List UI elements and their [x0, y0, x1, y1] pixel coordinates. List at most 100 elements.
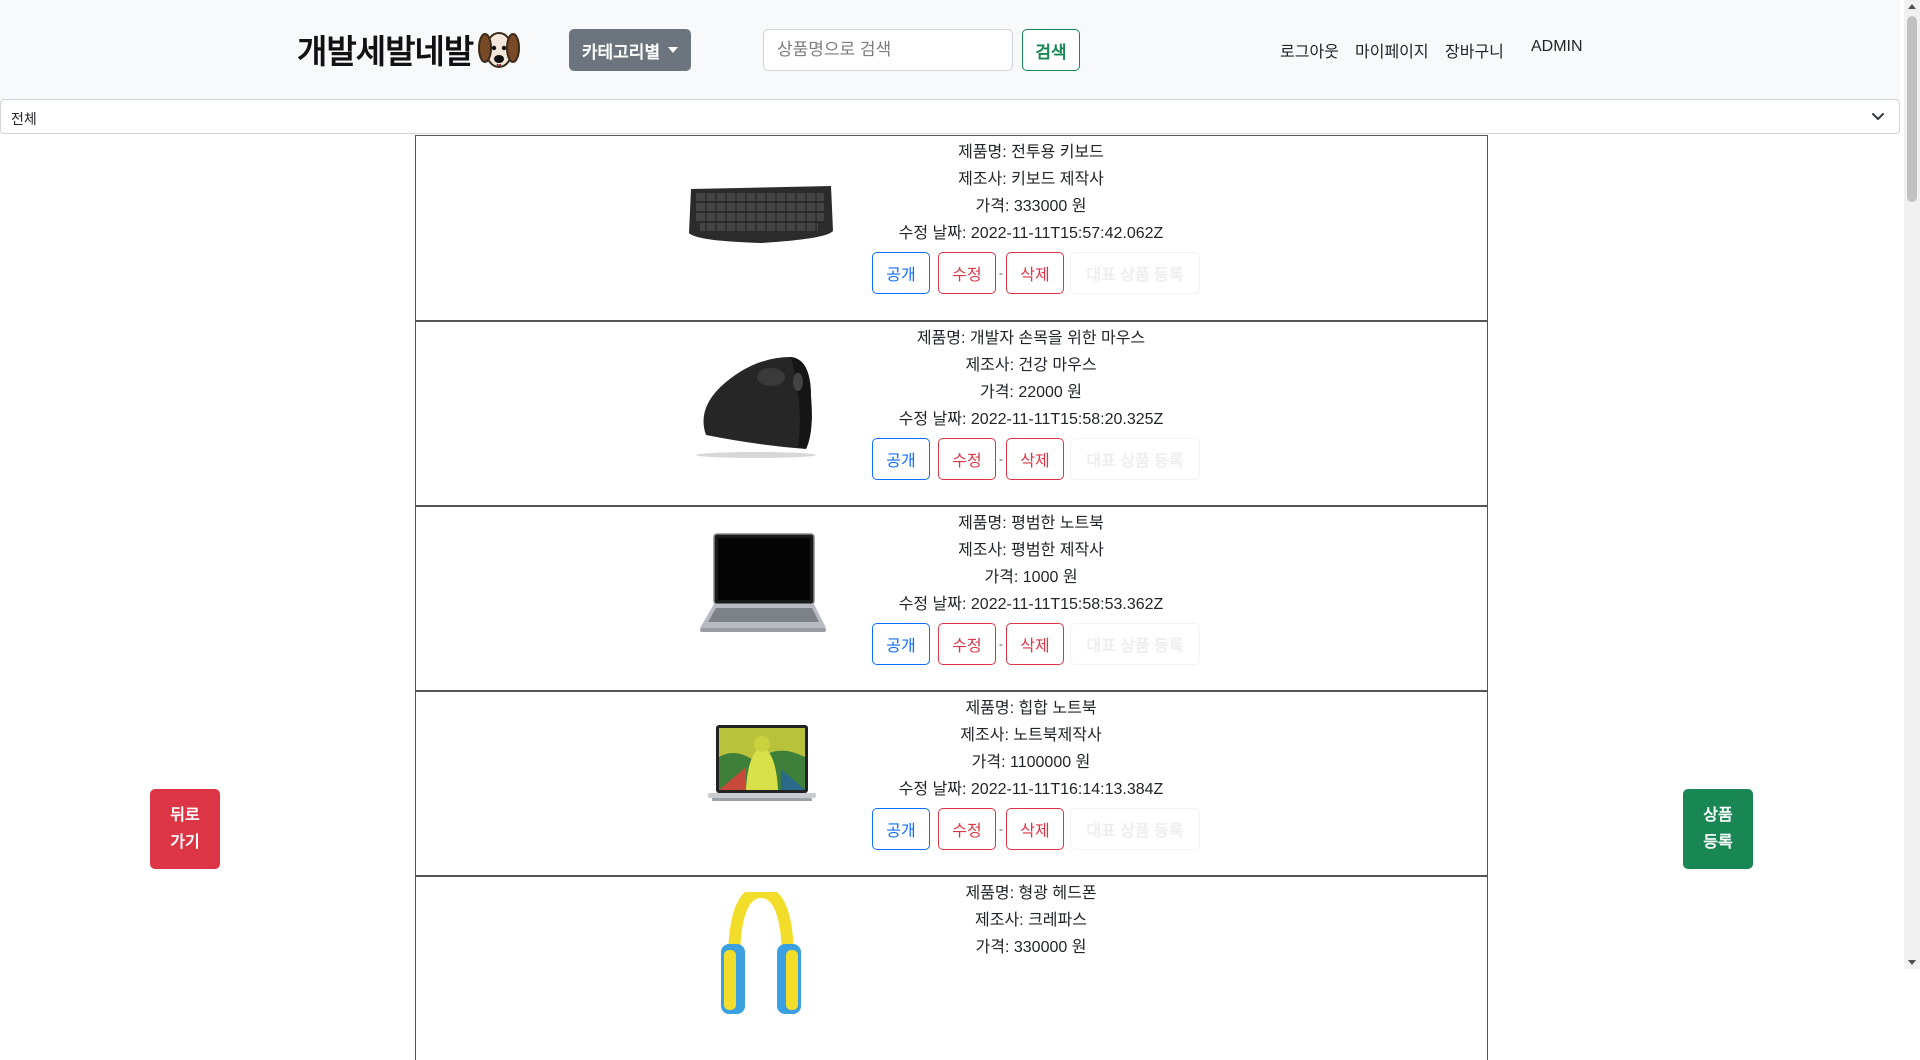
site-logo[interactable]: 개발세발네발 [297, 26, 521, 72]
product-actions: 공개 수정 - 삭제 대표 상품 등록 [872, 438, 1200, 480]
currency-label: 원 [1071, 939, 1087, 956]
laptop-image [700, 533, 826, 632]
edit-button[interactable]: 수정 [938, 252, 996, 294]
product-name-label: 제품명: [958, 144, 1007, 161]
keyboard-image [689, 186, 833, 243]
product-maker: 건강 마우스 [1018, 357, 1097, 374]
page-scrollbar[interactable] [1904, 0, 1920, 969]
product-price: 1000 [1022, 569, 1059, 586]
product-card: 제품명: 형광 헤드폰 제조사: 크레파스 가격: 330000 원 [415, 875, 1488, 1060]
product-name-row: 제품명: 개발자 손목을 위한 마우스 [816, 325, 1246, 352]
public-button[interactable]: 공개 [872, 808, 930, 850]
delete-button[interactable]: 삭제 [1006, 623, 1064, 665]
product-price-label: 가격: [971, 754, 1006, 771]
product-actions: 공개 수정 - 삭제 대표 상품 등록 [872, 808, 1200, 850]
product-price: 1100000 [1010, 754, 1072, 771]
back-button-label: 뒤로 가기 [165, 802, 205, 856]
edit-button[interactable]: 수정 [938, 623, 996, 665]
caret-down-icon [668, 47, 679, 53]
separator: - [999, 637, 1003, 651]
public-button[interactable]: 공개 [872, 438, 930, 480]
nav-cart[interactable]: 장바구니 [1445, 38, 1504, 62]
mouse-image [696, 357, 816, 458]
category-select[interactable]: 전체 [0, 99, 1900, 134]
product-card: 제품명: 힙합 노트북 제조사: 노트북제작사 가격: 1100000 원 수정… [415, 690, 1488, 875]
separator: - [999, 822, 1003, 836]
scroll-down-icon[interactable] [1908, 960, 1916, 965]
product-updated: 2022-11-11T16:14:13.384Z [970, 781, 1164, 798]
delete-button[interactable]: 삭제 [1006, 808, 1064, 850]
logo-text: 개발세발네발 [297, 33, 474, 70]
scroll-up-icon[interactable] [1908, 4, 1916, 9]
set-representative-button[interactable]: 대표 상품 등록 [1070, 252, 1200, 294]
product-price-label: 가격: [975, 939, 1010, 956]
register-label-line2: 등록 [1703, 834, 1733, 851]
product-maker: 키보드 제작사 [1011, 171, 1104, 188]
product-name: 형광 헤드폰 [1018, 885, 1097, 902]
public-button[interactable]: 공개 [872, 623, 930, 665]
product-name-label: 제품명: [965, 700, 1015, 717]
product-updated-label: 수정 날짜: [898, 225, 967, 242]
category-button-label: 카테고리별 [581, 42, 661, 62]
product-info: 제품명: 형광 헤드폰 제조사: 크레파스 가격: 330000 원 [816, 880, 1246, 961]
product-name-row: 제품명: 평범한 노트북 [816, 510, 1246, 537]
set-representative-button[interactable]: 대표 상품 등록 [1070, 808, 1200, 850]
product-maker-label: 제조사: [958, 542, 1007, 559]
chevron-down-icon [1872, 113, 1884, 120]
category-dropdown-button[interactable]: 카테고리별 [569, 29, 691, 71]
product-price-row: 가격: 22000 원 [816, 379, 1246, 406]
product-info: 제품명: 개발자 손목을 위한 마우스 제조사: 건강 마우스 가격: 2200… [816, 325, 1246, 433]
product-maker-row: 제조사: 건강 마우스 [816, 352, 1246, 379]
nav-logout[interactable]: 로그아웃 [1280, 38, 1339, 62]
separator: - [999, 452, 1003, 466]
product-maker-row: 제조사: 크레파스 [816, 907, 1246, 934]
product-price: 333000 [1013, 198, 1068, 215]
currency-label: 원 [1062, 569, 1078, 586]
product-updated-row: 수정 날짜: 2022-11-11T15:57:42.062Z [816, 220, 1246, 247]
product-maker-label: 제조사: [960, 727, 1009, 744]
product-price: 22000 [1018, 384, 1063, 401]
product-info: 제품명: 힙합 노트북 제조사: 노트북제작사 가격: 1100000 원 수정… [816, 695, 1246, 803]
product-name: 전투용 키보드 [1011, 144, 1104, 161]
nav-mypage[interactable]: 마이페이지 [1355, 38, 1429, 62]
product-price-row: 가격: 330000 원 [816, 934, 1246, 961]
product-maker-label: 제조사: [958, 171, 1007, 188]
product-updated-label: 수정 날짜: [898, 596, 967, 613]
product-maker-label: 제조사: [975, 912, 1024, 929]
product-price-label: 가격: [979, 384, 1014, 401]
product-updated-label: 수정 날짜: [898, 411, 967, 428]
currency-label: 원 [1071, 198, 1087, 215]
product-name: 힙합 노트북 [1018, 700, 1097, 717]
register-label-line1: 상품 [1703, 807, 1733, 824]
product-updated-row: 수정 날짜: 2022-11-11T16:14:13.384Z [816, 776, 1246, 803]
edit-button[interactable]: 수정 [938, 808, 996, 850]
register-product-button[interactable]: 상품 등록 [1683, 789, 1753, 869]
public-button[interactable]: 공개 [872, 252, 930, 294]
product-price-row: 가격: 1000 원 [816, 564, 1246, 591]
set-representative-button[interactable]: 대표 상품 등록 [1070, 623, 1200, 665]
product-actions: 공개 수정 - 삭제 대표 상품 등록 [872, 252, 1200, 294]
delete-button[interactable]: 삭제 [1006, 438, 1064, 480]
back-button[interactable]: 뒤로 가기 [150, 789, 220, 869]
delete-button[interactable]: 삭제 [1006, 252, 1064, 294]
scrollbar-thumb[interactable] [1907, 16, 1917, 202]
search-button[interactable]: 검색 [1022, 29, 1080, 71]
edit-button[interactable]: 수정 [938, 438, 996, 480]
product-name-label: 제품명: [916, 330, 966, 347]
macbook-image [708, 725, 816, 801]
category-select-value: 전체 [11, 111, 37, 127]
product-card: 제품명: 개발자 손목을 위한 마우스 제조사: 건강 마우스 가격: 2200… [415, 320, 1488, 505]
currency-label: 원 [1075, 754, 1091, 771]
set-representative-button[interactable]: 대표 상품 등록 [1070, 438, 1200, 480]
product-name-row: 제품명: 전투용 키보드 [816, 139, 1246, 166]
nav-admin[interactable]: ADMIN [1531, 38, 1583, 56]
product-list: 제품명: 전투용 키보드 제조사: 키보드 제작사 가격: 333000 원 수… [415, 135, 1488, 1060]
product-name-row: 제품명: 힙합 노트북 [816, 695, 1246, 722]
product-updated: 2022-11-11T15:58:20.325Z [970, 411, 1164, 428]
product-name-label: 제품명: [965, 885, 1015, 902]
product-info: 제품명: 전투용 키보드 제조사: 키보드 제작사 가격: 333000 원 수… [816, 139, 1246, 247]
separator: - [999, 266, 1003, 280]
register-button-label: 상품 등록 [1698, 802, 1738, 856]
product-maker-row: 제조사: 노트북제작사 [816, 722, 1246, 749]
search-input[interactable] [763, 29, 1013, 71]
